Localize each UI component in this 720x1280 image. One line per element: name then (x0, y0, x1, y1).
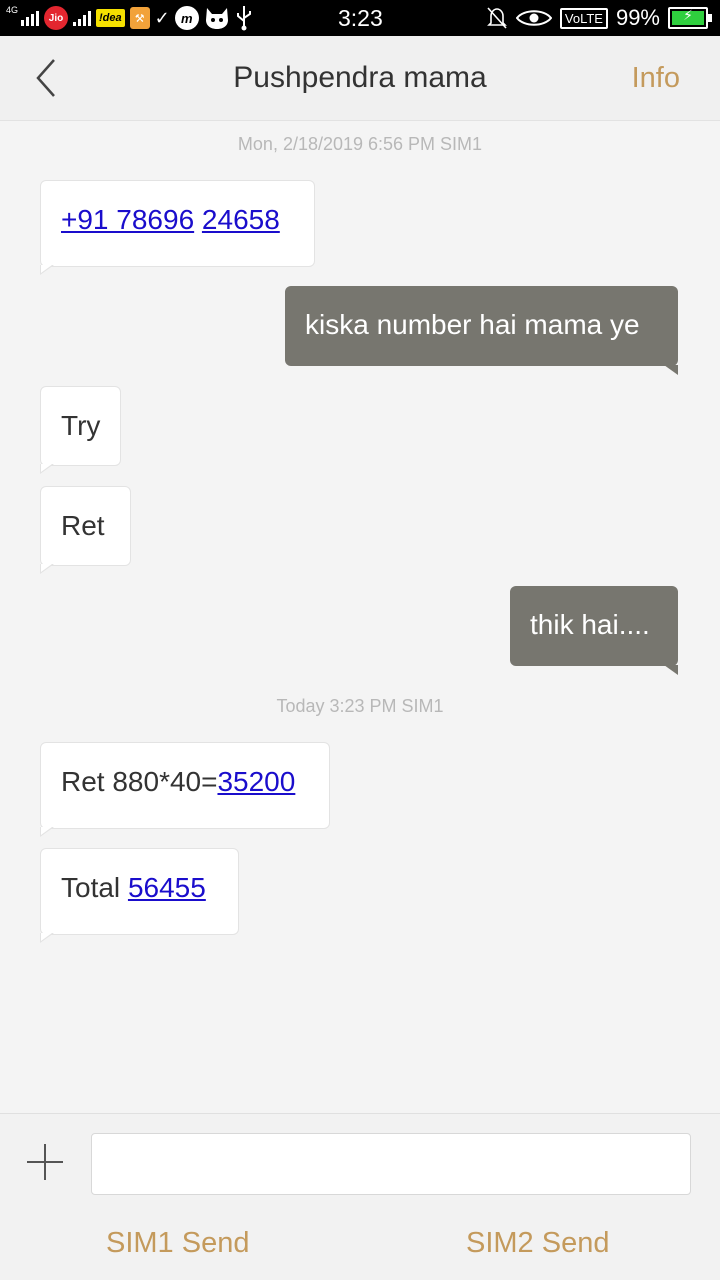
incoming-message[interactable]: Ret (40, 486, 131, 574)
message-text: Total (61, 872, 128, 903)
network-type-label: 4G (6, 5, 19, 15)
m-app-icon: m (174, 6, 199, 30)
message-composer: SIM1 Send SIM2 Send (0, 1113, 720, 1280)
incoming-message[interactable]: Total 56455 (40, 848, 239, 943)
status-time: 3:23 (338, 5, 383, 31)
message-timestamp: Today 3:23 PM SIM1 (276, 696, 444, 716)
message-text: kiska number hai mama ye (305, 309, 640, 340)
message-timestamp: Mon, 2/18/2019 6:56 PM SIM1 (237, 134, 483, 154)
usb-icon (236, 6, 251, 31)
battery-percent: 99% (615, 5, 660, 30)
battery-icon: ⚡ (668, 7, 712, 29)
signal-strength-icon (21, 10, 40, 26)
incoming-message[interactable]: +91 78696 24658 (40, 180, 315, 275)
incoming-message[interactable]: Ret 880*40=35200 (40, 742, 330, 837)
messaging-screen: 4G Jio !dea ⚒ ✓ m 3:23 VoLTE 99% ⚡ Pushp… (0, 0, 720, 1280)
attach-button[interactable] (25, 1142, 65, 1182)
sim1-send-button[interactable]: SIM1 Send (106, 1218, 249, 1268)
status-right-icons: VoLTE 99% ⚡ (486, 0, 712, 36)
status-bar: 4G Jio !dea ⚒ ✓ m 3:23 VoLTE 99% ⚡ (0, 0, 720, 36)
back-button[interactable] (30, 56, 70, 100)
conversation-header: Pushpendra mama Info (0, 36, 720, 121)
contact-name-title: Pushpendra mama (233, 61, 487, 94)
status-left-icons: 4G Jio !dea ⚒ ✓ m (6, 0, 253, 36)
sim2-send-button[interactable]: SIM2 Send (466, 1218, 609, 1268)
phone-number-link[interactable]: 24658 (202, 204, 280, 235)
phone-number-link[interactable]: +91 78696 (61, 204, 194, 235)
message-text: thik hai.... (530, 609, 650, 640)
outgoing-message[interactable]: kiska number hai mama ye (285, 286, 678, 375)
message-text: Try (61, 410, 101, 441)
number-link[interactable]: 35200 (217, 766, 295, 797)
idea-icon: !dea (96, 9, 125, 27)
outgoing-message[interactable]: thik hai.... (510, 586, 678, 675)
eye-icon (515, 10, 552, 26)
message-text: Ret 880*40= (61, 766, 218, 797)
signal-strength-icon-2 (73, 10, 92, 26)
number-link[interactable]: 56455 (128, 872, 206, 903)
chevron-left-icon (36, 59, 55, 97)
jio-icon: Jio (44, 6, 69, 30)
plus-icon (27, 1144, 63, 1180)
message-input[interactable] (91, 1133, 691, 1195)
message-text: Ret (61, 510, 105, 541)
incoming-message[interactable]: Try (40, 386, 121, 474)
bell-muted-icon (486, 7, 507, 29)
app-notification-icon: ⚒ (129, 7, 150, 29)
check-icon: ✓ (154, 7, 170, 28)
cat-app-icon (205, 8, 228, 29)
volte-icon: VoLTE (559, 7, 608, 29)
info-button[interactable]: Info (632, 36, 680, 120)
